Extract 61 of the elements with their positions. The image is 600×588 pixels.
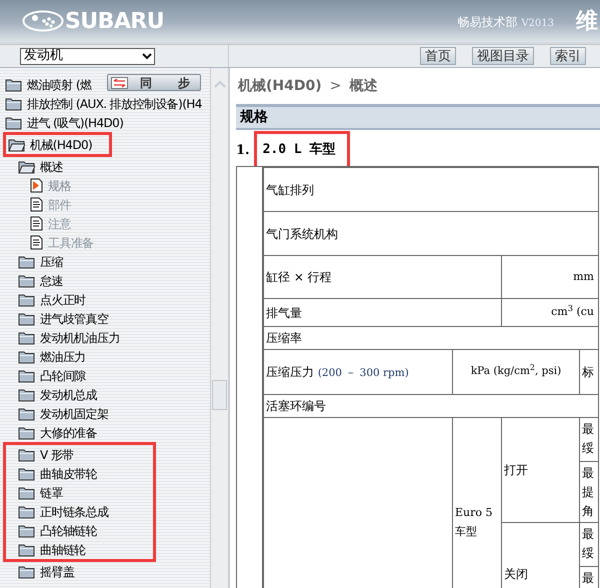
version-text: V2013 <box>521 18 554 29</box>
unit-text: cm$^{3}$ (cu <box>551 305 594 318</box>
spec-label: 缸径 × 行程 <box>266 270 332 284</box>
tree-item[interactable]: 发动机总成 <box>0 385 102 404</box>
tree-item[interactable]: 摇臂盖 <box>0 562 78 581</box>
unit-text: mm <box>573 270 594 283</box>
tree-item[interactable]: 发动机固定架 <box>0 404 112 423</box>
spec-label: 标 <box>582 365 594 379</box>
tree-item[interactable]: 发动机机油压力 <box>0 328 124 347</box>
tree-item[interactable]: V 形带 <box>3 442 156 464</box>
tree-item[interactable]: 正时链条总成 <box>3 502 156 521</box>
scroll-up-icon[interactable] <box>214 80 226 88</box>
spec-label: 压缩压力 <box>266 364 314 379</box>
tree-item[interactable]: 压缩 <box>0 252 67 271</box>
spec-label: 最绥 <box>582 421 594 458</box>
heading-number: 1. <box>236 142 250 160</box>
toolbar-button[interactable]: 首页 <box>420 47 456 65</box>
tree-item[interactable]: 凸轮轴链轮 <box>3 521 156 540</box>
tree-item[interactable]: 怠速 <box>0 271 67 290</box>
heading-title: 2.0 L 车型 <box>262 140 336 160</box>
tree-item[interactable]: 进气 (吸气)(H4D0) <box>0 113 128 132</box>
spec-label: 活塞环编号 <box>266 399 326 413</box>
sync-button[interactable]: 同 步 <box>107 74 201 91</box>
logo-icon <box>22 10 64 32</box>
tree-item[interactable]: 凸轮间隙 <box>0 366 90 385</box>
condition-text: (200 － 300 rpm) <box>318 366 409 379</box>
breadcrumb-link[interactable]: 机械(H4D0) <box>238 76 322 96</box>
tree-item[interactable]: 燃油喷射 (燃 <box>0 75 96 94</box>
spec-label: 压缩率 <box>266 331 302 345</box>
section-title: 规格 <box>240 108 268 127</box>
spec-label: 排气量 <box>266 306 302 320</box>
tree-item[interactable]: 燃油压力 <box>0 347 90 366</box>
spec-label: 气缸排列 <box>266 182 314 196</box>
model-label: Euro 5 车型 <box>455 506 492 538</box>
tree-item[interactable]: 进气歧管真空 <box>0 309 112 328</box>
spec-label: 最绥 <box>582 526 594 562</box>
tree-item[interactable]: 大修的准备 <box>0 423 102 442</box>
spec-label: 气门系统机构 <box>266 226 338 240</box>
vendor-text: 畅易技术部 V2013 <box>458 14 554 31</box>
state-label: 打开 <box>504 462 528 477</box>
chevron-down-icon <box>142 52 152 60</box>
logo-text: SUBARU <box>65 8 164 36</box>
spec-label: 最 <box>582 570 594 587</box>
state-label: 关闭 <box>504 567 528 582</box>
toolbar-button[interactable]: 视图目录 <box>472 47 534 65</box>
tree-item[interactable]: 曲轴链轮 <box>3 540 156 562</box>
tree-item[interactable]: 排放控制 (AUX. 排放控制设备)(H4 <box>0 94 206 113</box>
tree-item[interactable]: 点火正时 <box>0 290 90 309</box>
tree-item[interactable]: 机械(H4D0) <box>3 132 112 157</box>
app-title: 维 <box>576 8 598 36</box>
tree-item[interactable]: 曲轴皮带轮 <box>3 464 156 483</box>
tree-item[interactable]: 链罩 <box>3 483 156 502</box>
unit-text: kPa (kg/cm$^{2}$, psi) <box>470 365 562 378</box>
breadcrumb-separator: > <box>330 76 342 96</box>
category-select[interactable]: 发动机 <box>20 48 155 64</box>
breadcrumb-current: 概述 <box>349 76 378 96</box>
swap-arrows-icon <box>111 76 128 88</box>
spec-label: 最提角 <box>582 465 594 520</box>
tree-item[interactable]: 概述 <box>0 157 67 176</box>
scroll-thumb[interactable] <box>212 380 227 410</box>
toolbar-button[interactable]: 索引 <box>550 47 586 65</box>
